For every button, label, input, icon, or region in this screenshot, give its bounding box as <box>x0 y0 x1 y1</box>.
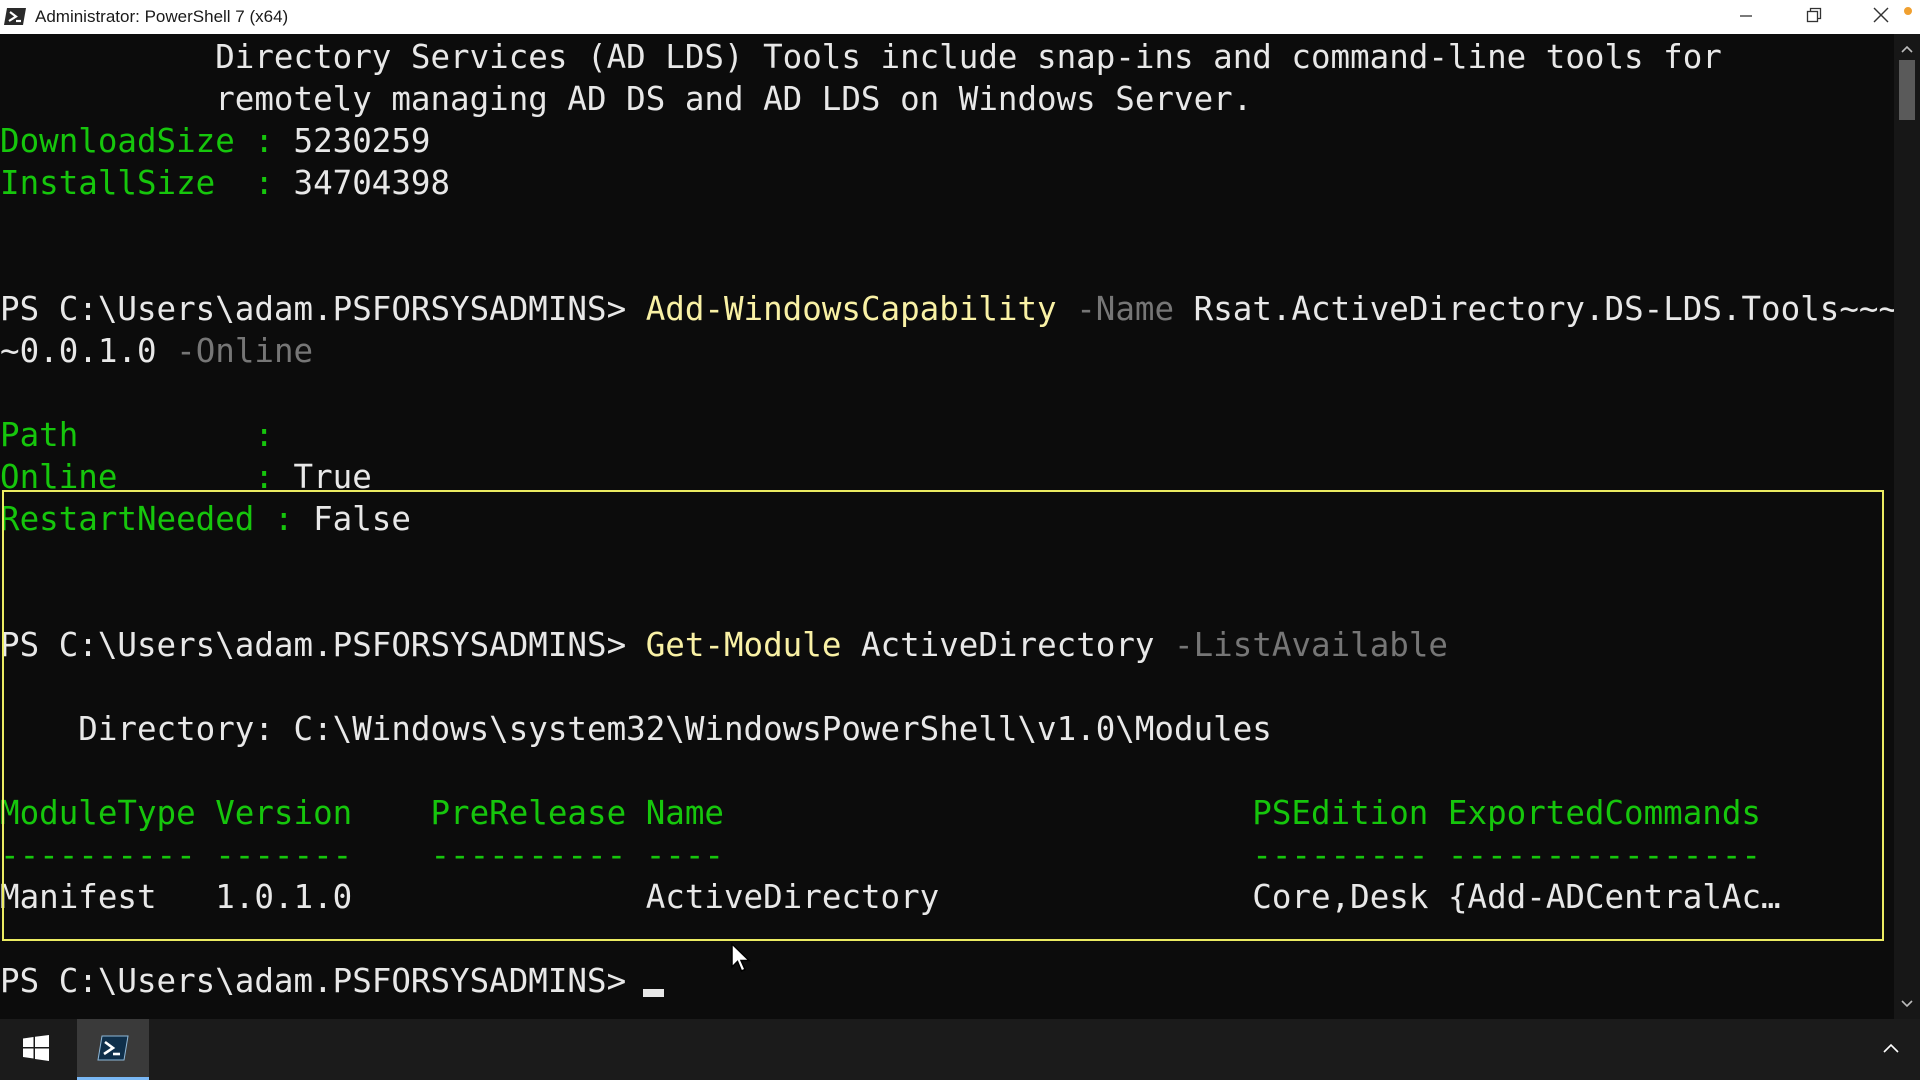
windows-logo-icon <box>22 1034 49 1065</box>
mouse-pointer-icon <box>731 942 753 975</box>
terminal-output[interactable]: Directory Services (AD LDS) Tools includ… <box>0 34 1894 1019</box>
scroll-up-button[interactable] <box>1894 40 1920 58</box>
property-key: InstallSize <box>0 164 216 202</box>
scroll-thumb[interactable] <box>1899 60 1915 120</box>
highlight-box <box>2 490 1884 941</box>
property-key: Path <box>0 416 79 454</box>
property-key: DownloadSize <box>0 122 235 160</box>
parameter-value: Rsat.ActiveDirectory.DS-LDS.Tools~~~ <box>1193 290 1894 328</box>
property-value: 5230259 <box>293 122 431 160</box>
prompt: PS C:\Users\adam.PSFORSYSADMINS> <box>0 962 627 1000</box>
command-line: PS C:\Users\adam.PSFORSYSADMINS> Add-Win… <box>0 288 1894 330</box>
notification-dot <box>1904 7 1912 15</box>
show-hidden-icons-button[interactable] <box>1876 1035 1906 1065</box>
arrow-down-icon <box>1894 998 1920 1017</box>
cmdlet-name: Add-WindowsCapability <box>645 290 1057 328</box>
path-line: Path : <box>0 414 274 456</box>
install-size-line: InstallSize : 34704398 <box>0 162 450 204</box>
output-line: Directory Services (AD LDS) Tools includ… <box>0 38 1722 76</box>
parameter-name: -Online <box>176 332 314 370</box>
window-title: Administrator: PowerShell 7 (x64) <box>35 7 289 26</box>
scroll-down-button[interactable] <box>1894 995 1920 1013</box>
restore-button[interactable] <box>1781 0 1847 34</box>
property-value: 34704398 <box>293 164 451 202</box>
parameter-name: -Name <box>1076 290 1175 328</box>
prompt-line: PS C:\Users\adam.PSFORSYSADMINS> <box>0 960 626 1002</box>
text-cursor <box>643 989 664 997</box>
prompt: PS C:\Users\adam.PSFORSYSADMINS> <box>0 290 627 328</box>
taskbar <box>0 1019 1920 1080</box>
taskbar-powershell-button[interactable] <box>77 1019 149 1080</box>
property-separator: : <box>234 122 294 160</box>
parameter-value: ~0.0.1.0 <box>0 332 157 370</box>
powershell-icon <box>97 1034 129 1066</box>
restore-icon <box>1806 7 1822 27</box>
property-separator: : <box>78 416 274 454</box>
minimize-icon <box>1739 8 1753 27</box>
start-button[interactable] <box>0 1019 71 1080</box>
vertical-scrollbar[interactable] <box>1894 34 1920 1019</box>
property-separator: : <box>215 164 294 202</box>
title-bar: Administrator: PowerShell 7 (x64) <box>0 0 1920 34</box>
close-button[interactable] <box>1848 0 1914 34</box>
download-size-line: DownloadSize : 5230259 <box>0 120 430 162</box>
close-icon <box>1873 7 1889 27</box>
chevron-up-icon <box>1881 1041 1901 1060</box>
command-line-wrap: ~0.0.1.0 -Online <box>0 330 313 372</box>
output-line: remotely managing AD DS and AD LDS on Wi… <box>0 80 1253 118</box>
powershell-icon <box>4 6 27 27</box>
minimize-button[interactable] <box>1713 0 1779 34</box>
